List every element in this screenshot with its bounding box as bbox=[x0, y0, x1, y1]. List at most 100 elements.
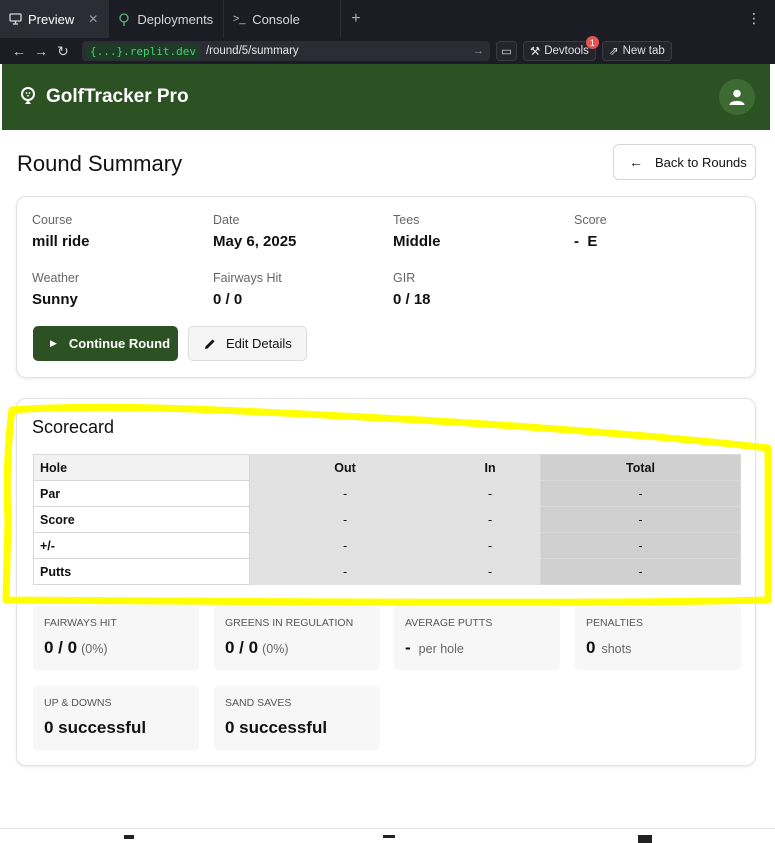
stat-label: Greens in Regulation bbox=[225, 617, 354, 629]
stats-icon[interactable] bbox=[638, 835, 652, 843]
page-title: Round Summary bbox=[17, 151, 183, 176]
weather-value: Sunny bbox=[32, 291, 78, 308]
go-arrow-icon[interactable]: → bbox=[473, 45, 484, 57]
devtools-button[interactable]: ⚒ Devtools 1 bbox=[522, 36, 599, 61]
stat-label: Sand Saves bbox=[225, 697, 292, 709]
list-icon[interactable] bbox=[383, 835, 395, 838]
score-label: Score bbox=[574, 213, 607, 227]
cell-out: - bbox=[249, 506, 441, 533]
table-row: Par - - - bbox=[33, 480, 741, 507]
cell-total: - bbox=[540, 532, 741, 559]
header-hole: Hole bbox=[33, 454, 250, 481]
new-tab-plus-icon[interactable]: + bbox=[341, 10, 371, 28]
reload-icon[interactable]: ↻ bbox=[52, 43, 74, 60]
stat-value: 0 shots bbox=[586, 638, 631, 658]
table-row: +/- - - - bbox=[33, 532, 741, 559]
table-header-row: Hole Out In Total bbox=[33, 454, 741, 481]
cell-out: - bbox=[249, 532, 441, 559]
cell-in: - bbox=[440, 558, 541, 585]
devtools-label: Devtools bbox=[544, 45, 589, 57]
back-to-rounds-label: Back to Rounds bbox=[655, 154, 747, 170]
tab-deployments[interactable]: Deployments bbox=[109, 0, 225, 38]
tab-deployments-label: Deployments bbox=[137, 11, 214, 27]
close-icon[interactable]: ✕ bbox=[88, 12, 98, 26]
user-avatar[interactable] bbox=[719, 79, 755, 115]
browser-tab-bar: Preview ✕ Deployments >_ Console + ⋮ bbox=[0, 0, 775, 38]
new-tab-button[interactable]: ⇗ New tab bbox=[601, 41, 672, 61]
stat-number: - bbox=[405, 638, 411, 657]
golf-ball-icon bbox=[21, 87, 35, 104]
back-arrow-icon[interactable]: ← bbox=[8, 43, 30, 59]
home-icon[interactable] bbox=[124, 835, 134, 839]
row-label-putts: Putts bbox=[33, 558, 250, 585]
tees-label: Tees bbox=[393, 213, 420, 227]
cell-in: - bbox=[440, 532, 541, 559]
table-row: Putts - - - bbox=[33, 558, 741, 585]
url-field[interactable]: {...}.replit.dev /round/5/summary → bbox=[82, 41, 490, 61]
header-total: Total bbox=[540, 454, 741, 481]
course-info: Course mill ride bbox=[32, 213, 90, 250]
stat-average-putts: Average Putts - per hole bbox=[394, 606, 560, 670]
tees-value: Middle bbox=[393, 233, 441, 250]
stat-label: Fairways Hit bbox=[44, 617, 117, 629]
tab-preview[interactable]: Preview ✕ bbox=[0, 0, 110, 38]
stat-value: 0 successful bbox=[44, 718, 147, 737]
weather-info: Weather Sunny bbox=[32, 271, 79, 308]
edit-details-label: Edit Details bbox=[226, 336, 292, 351]
gir-value: 0 / 18 bbox=[393, 291, 431, 308]
tab-preview-label: Preview bbox=[28, 11, 75, 27]
cell-out: - bbox=[249, 558, 441, 585]
url-path: /round/5/summary bbox=[205, 45, 299, 57]
score-value: - E bbox=[574, 233, 598, 250]
gir-label: GIR bbox=[393, 271, 416, 285]
wrench-icon: ⚒ bbox=[529, 46, 541, 58]
table-row: Score - - - bbox=[33, 506, 741, 533]
url-host: {...}.replit.dev bbox=[86, 43, 200, 59]
course-label: Course bbox=[32, 213, 73, 227]
row-label-score: Score bbox=[33, 506, 250, 533]
more-vertical-icon[interactable]: ⋮ bbox=[747, 10, 761, 27]
continue-round-button[interactable]: ▶ Continue Round bbox=[33, 326, 178, 361]
edit-details-button[interactable]: Edit Details bbox=[188, 326, 307, 361]
monitor-icon bbox=[8, 12, 22, 26]
app-header: GolfTracker Pro bbox=[2, 64, 770, 130]
fairways-label: Fairways Hit bbox=[213, 271, 282, 285]
gir-info: GIR 0 / 18 bbox=[393, 271, 431, 308]
cell-total: - bbox=[540, 506, 741, 533]
bottom-nav-bar bbox=[0, 828, 775, 843]
pencil-icon bbox=[205, 339, 215, 349]
row-label-par: Par bbox=[33, 480, 250, 507]
external-link-icon: ⇗ bbox=[608, 46, 619, 58]
browser-url-bar: ← → ↻ {...}.replit.dev /round/5/summary … bbox=[0, 36, 775, 64]
terminal-icon: >_ bbox=[232, 13, 246, 25]
fairways-value: 0 / 0 bbox=[213, 291, 243, 308]
forward-arrow-icon[interactable]: → bbox=[30, 43, 52, 59]
fairways-info: Fairways Hit 0 / 0 bbox=[213, 271, 282, 308]
app-title: GolfTracker Pro bbox=[46, 86, 189, 107]
screen-icon: ▭ bbox=[501, 46, 512, 58]
scorecard-title: Scorecard bbox=[32, 417, 115, 437]
stat-label: Up & Downs bbox=[44, 697, 112, 709]
stat-value: 0 successful bbox=[225, 718, 328, 737]
stat-number: 0 / 0 bbox=[44, 638, 78, 657]
tab-console[interactable]: >_ Console bbox=[224, 0, 341, 38]
back-to-rounds-button[interactable]: ← Back to Rounds bbox=[613, 144, 756, 180]
stat-number: 0 / 0 bbox=[225, 638, 259, 657]
stat-value: 0 / 0 (0%) bbox=[225, 638, 289, 658]
cell-total: - bbox=[540, 480, 741, 507]
devtools-badge: 1 bbox=[585, 36, 599, 49]
row-label-plus-minus: +/- bbox=[33, 532, 250, 559]
user-icon bbox=[729, 89, 745, 105]
play-icon: ▶ bbox=[50, 338, 57, 348]
score-info: Score - E bbox=[574, 213, 607, 250]
screen-button[interactable]: ▭ bbox=[496, 41, 517, 61]
stat-label: Penalties bbox=[586, 617, 643, 629]
course-value: mill ride bbox=[32, 233, 90, 250]
stat-sub: per hole bbox=[418, 642, 464, 656]
cell-total: - bbox=[540, 558, 741, 585]
cell-in: - bbox=[440, 506, 541, 533]
tees-info: Tees Middle bbox=[393, 213, 441, 250]
date-value: May 6, 2025 bbox=[213, 233, 297, 250]
new-tab-label: New tab bbox=[622, 45, 665, 57]
stat-penalties: Penalties 0 shots bbox=[575, 606, 741, 670]
